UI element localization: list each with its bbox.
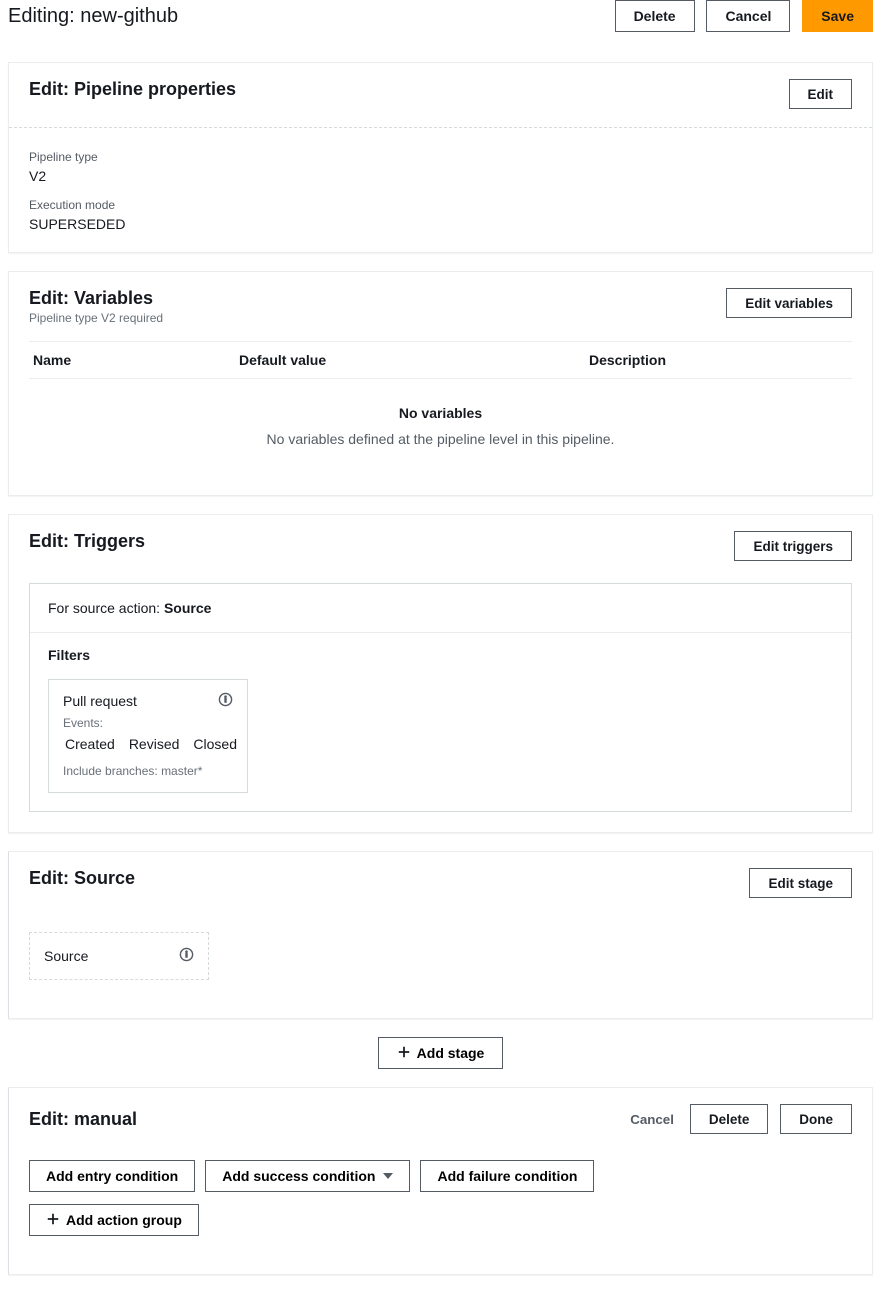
filter-type: Pull request: [63, 693, 137, 709]
pipeline-properties-heading: Edit: Pipeline properties: [29, 79, 236, 100]
source-stage-panel: Edit: Source Edit stage Source: [8, 851, 873, 1019]
events-list: Created Revised Closed: [63, 736, 233, 752]
trigger-source-box: For source action: Source Filters Pull r…: [29, 583, 852, 812]
manual-cancel-button[interactable]: Cancel: [618, 1108, 686, 1131]
action-group-label: Add action group: [66, 1212, 182, 1228]
page-title: Editing: new-github: [8, 5, 178, 28]
add-success-condition-button[interactable]: Add success condition: [205, 1160, 410, 1192]
event-revised: Revised: [129, 736, 180, 752]
filter-card: Pull request Events: Created Revised Clo…: [48, 679, 248, 793]
col-name: Name: [29, 342, 239, 378]
source-stage-heading: Edit: Source: [29, 868, 135, 889]
pipeline-type: Pipeline type V2: [29, 150, 852, 184]
edit-source-stage-button[interactable]: Edit stage: [749, 868, 852, 898]
events-label: Events:: [63, 716, 233, 730]
trigger-source-label: For source action: Source: [30, 584, 851, 632]
add-failure-condition-button[interactable]: Add failure condition: [420, 1160, 594, 1192]
add-entry-condition-button[interactable]: Add entry condition: [29, 1160, 195, 1192]
variables-panel: Edit: Variables Pipeline type V2 require…: [8, 271, 873, 496]
branches-label: Include branches:: [63, 764, 161, 778]
pipeline-type-value: V2: [29, 168, 852, 184]
col-description: Description: [589, 342, 852, 378]
col-default: Default value: [239, 342, 589, 378]
save-button[interactable]: Save: [802, 0, 873, 32]
variables-heading: Edit: Variables: [29, 288, 163, 309]
variables-empty-subtitle: No variables defined at the pipeline lev…: [29, 431, 852, 475]
add-stage-label: Add stage: [417, 1045, 485, 1061]
plus-icon: [397, 1045, 411, 1062]
trigger-source-prefix: For source action:: [48, 600, 164, 616]
caret-down-icon: [383, 1173, 393, 1179]
manual-stage-actions: Cancel Delete Done: [618, 1104, 852, 1134]
delete-button[interactable]: Delete: [615, 0, 695, 32]
pipeline-properties-panel: Edit: Pipeline properties Edit Pipeline …: [8, 62, 873, 253]
edit-variables-button[interactable]: Edit variables: [726, 288, 852, 318]
execution-mode-value: SUPERSEDED: [29, 216, 852, 232]
filters-title: Filters: [48, 647, 833, 663]
event-created: Created: [65, 736, 115, 752]
include-branches: Include branches: master*: [63, 764, 233, 778]
execution-mode-label: Execution mode: [29, 198, 852, 212]
page-header: Editing: new-github Delete Cancel Save: [0, 0, 881, 52]
pipeline-type-label: Pipeline type: [29, 150, 852, 164]
add-action-group-button[interactable]: Add action group: [29, 1204, 199, 1236]
source-node[interactable]: Source: [29, 932, 209, 980]
info-icon[interactable]: [179, 947, 194, 965]
add-stage-button[interactable]: Add stage: [378, 1037, 504, 1069]
manual-stage-panel: Edit: manual Cancel Delete Done Add entr…: [8, 1087, 873, 1275]
event-closed: Closed: [193, 736, 237, 752]
variables-empty-title: No variables: [29, 379, 852, 431]
manual-done-button[interactable]: Done: [780, 1104, 852, 1134]
variables-table-header: Name Default value Description: [29, 341, 852, 379]
add-stage-row: Add stage: [0, 1037, 881, 1069]
manual-delete-button[interactable]: Delete: [690, 1104, 769, 1134]
branches-value: master*: [161, 764, 202, 778]
triggers-panel: Edit: Triggers Edit triggers For source …: [8, 514, 873, 833]
source-node-label: Source: [44, 948, 88, 964]
plus-icon: [46, 1212, 60, 1229]
header-actions: Delete Cancel Save: [615, 0, 873, 32]
cancel-button[interactable]: Cancel: [706, 0, 790, 32]
manual-stage-heading: Edit: manual: [29, 1109, 137, 1130]
info-icon[interactable]: [218, 692, 233, 710]
execution-mode: Execution mode SUPERSEDED: [29, 198, 852, 232]
triggers-heading: Edit: Triggers: [29, 531, 145, 552]
edit-properties-button[interactable]: Edit: [789, 79, 853, 109]
edit-triggers-button[interactable]: Edit triggers: [734, 531, 852, 561]
trigger-source-name: Source: [164, 600, 211, 616]
variables-subtitle: Pipeline type V2 required: [29, 311, 163, 325]
success-label: Add success condition: [222, 1168, 375, 1184]
